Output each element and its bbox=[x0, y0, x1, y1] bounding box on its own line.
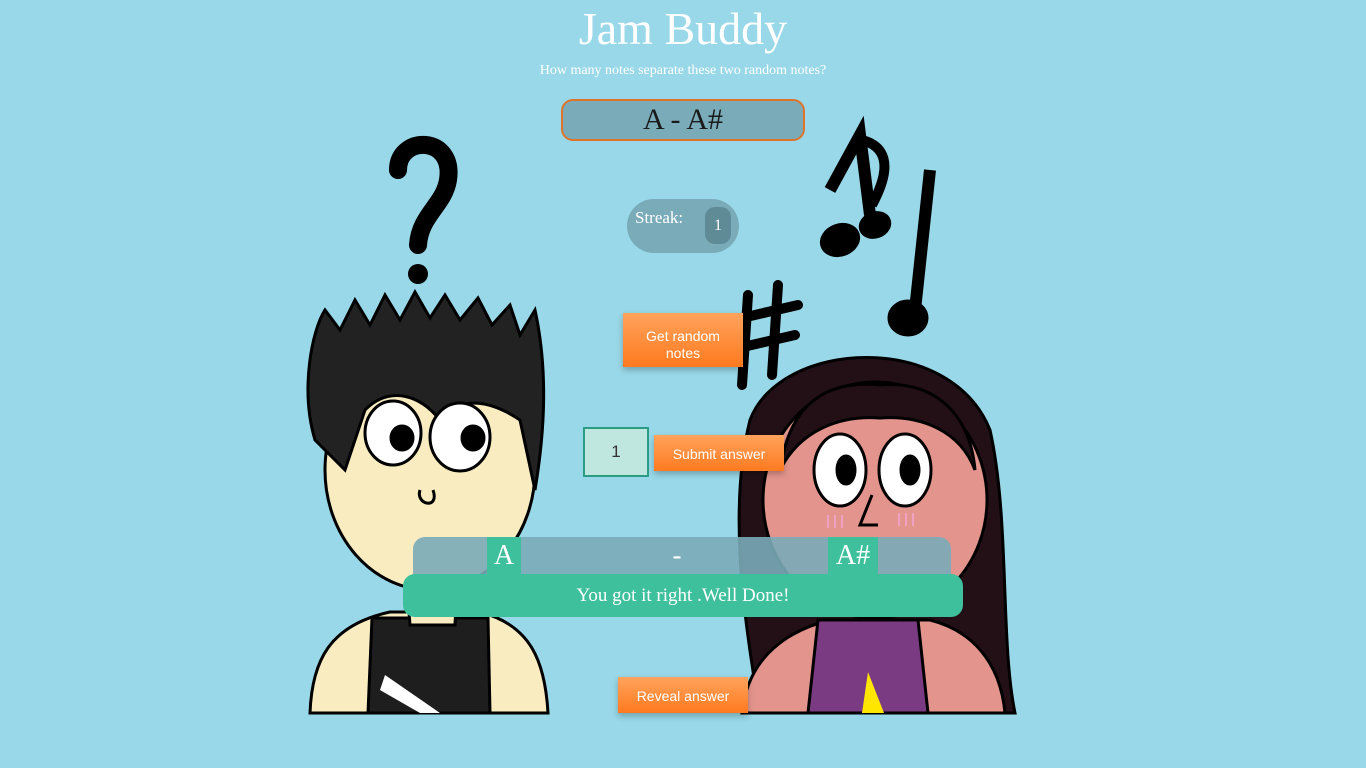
question-mark-icon bbox=[389, 136, 458, 284]
music-note-icon bbox=[819, 115, 936, 337]
second-note: A# bbox=[828, 537, 878, 575]
boy-character bbox=[306, 288, 550, 715]
result-message: You got it right .Well Done! bbox=[403, 574, 963, 617]
girl-character bbox=[737, 356, 1017, 715]
get-random-notes-button[interactable]: Get random notes bbox=[623, 313, 743, 367]
streak-value: 1 bbox=[705, 207, 731, 244]
note-separator: - bbox=[672, 539, 682, 572]
reveal-bar: A - A# bbox=[413, 537, 951, 579]
illustration bbox=[306, 115, 1017, 715]
streak-panel: Streak: 1 bbox=[627, 199, 739, 253]
streak-label: Streak: bbox=[635, 208, 684, 227]
submit-answer-button[interactable]: Submit answer bbox=[654, 435, 784, 471]
first-note: A bbox=[487, 537, 521, 575]
reveal-answer-button[interactable]: Reveal answer bbox=[618, 677, 748, 713]
answer-input[interactable] bbox=[583, 427, 649, 477]
